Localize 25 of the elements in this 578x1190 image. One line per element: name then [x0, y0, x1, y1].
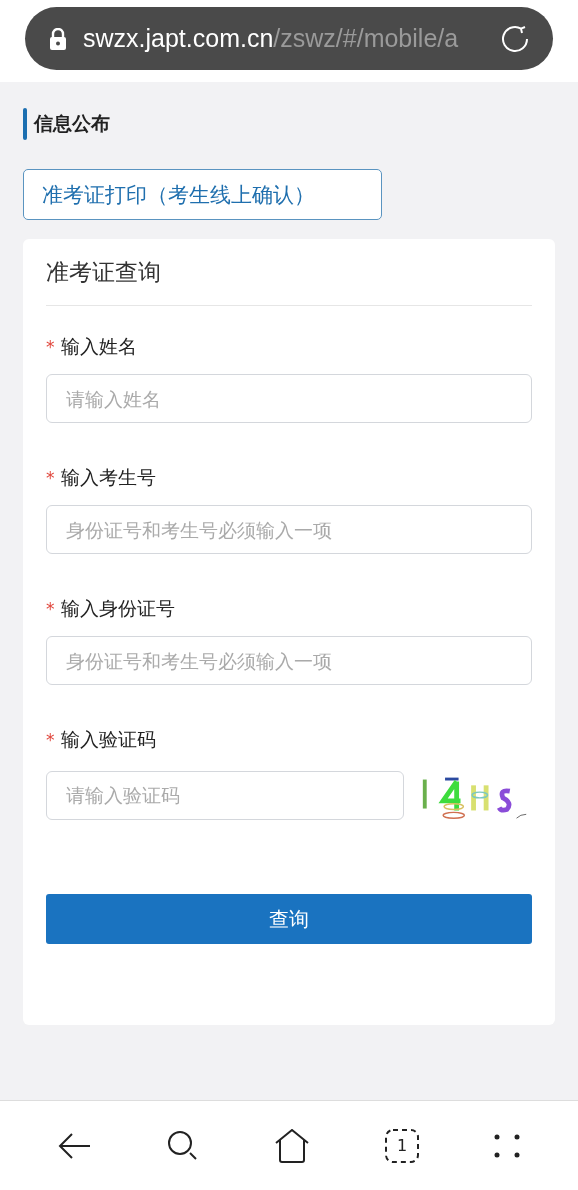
address-bar[interactable]: swzx.japt.com.cn/zswz/#/mobile/a — [25, 7, 553, 70]
home-icon[interactable] — [273, 1128, 310, 1163]
required-mark: * — [46, 337, 55, 357]
required-mark: * — [46, 599, 55, 619]
accent-bar — [23, 108, 27, 140]
url-text: swzx.japt.com.cn/zswz/#/mobile/a — [83, 24, 460, 53]
lock-icon — [49, 27, 67, 50]
card-title: 准考证查询 — [46, 239, 532, 306]
back-icon[interactable] — [57, 1130, 92, 1161]
input-field[interactable]: 身份证号和考生号必须输入一项 — [46, 505, 532, 554]
required-mark: * — [46, 468, 55, 488]
input-field[interactable]: 请输入验证码 — [46, 770, 404, 820]
field-label: 输入姓名 — [60, 334, 137, 359]
input-field[interactable]: 请输入姓名 — [46, 374, 532, 423]
search-icon[interactable] — [166, 1129, 199, 1162]
query-button[interactable]: 查询 — [46, 894, 532, 944]
print-admission-button[interactable]: 准考证打印（考生线上确认） — [23, 169, 382, 220]
field-label: 输入考生号 — [60, 465, 156, 490]
section-title: 信息公布 — [34, 111, 110, 136]
field-label: 输入验证码 — [60, 727, 156, 752]
tabs-button[interactable]: 1 — [385, 1128, 420, 1163]
input-field[interactable]: 身份证号和考生号必须输入一项 — [46, 636, 532, 685]
more-icon[interactable] — [494, 1133, 521, 1158]
field-label: 输入身份证号 — [60, 596, 175, 621]
required-mark: * — [46, 730, 55, 750]
